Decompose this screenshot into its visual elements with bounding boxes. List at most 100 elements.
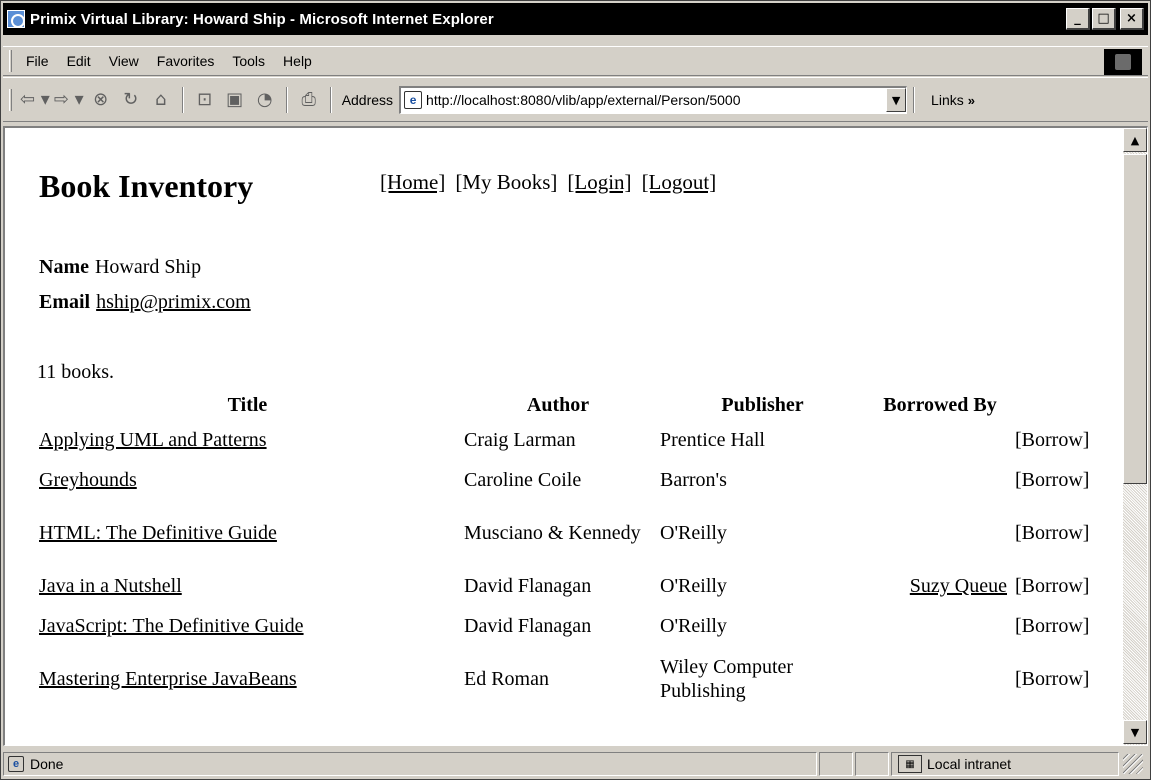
book-title-link[interactable]: Mastering Enterprise JavaBeans (39, 668, 297, 690)
header-action (1011, 390, 1117, 420)
book-title-link[interactable]: Greyhounds (39, 469, 137, 491)
book-publisher: Wiley Computer Publishing (660, 656, 794, 702)
title-bar: Primix Virtual Library: Howard Ship - Mi… (3, 3, 1148, 35)
borrow-link[interactable]: [Borrow] (1011, 566, 1117, 606)
close-button[interactable]: × (1120, 8, 1144, 30)
book-publisher: O'Reilly (660, 575, 727, 597)
address-dropdown-icon[interactable]: ▼ (886, 88, 907, 112)
book-borrower (869, 646, 1011, 712)
menu-bar: File Edit View Favorites Tools Help (3, 46, 1148, 76)
nav-login-link[interactable]: [Login] (567, 170, 631, 195)
table-row: Java in a Nutshell David Flanagan O'Reil… (35, 566, 1117, 606)
borrow-link[interactable]: [Borrow] (1011, 500, 1117, 566)
toolbar-separator (329, 86, 332, 113)
nav-home-link[interactable]: [Home] (380, 170, 445, 195)
book-borrower (869, 460, 1011, 500)
forward-arrow-icon[interactable]: ⇨ ▾ (54, 85, 84, 115)
book-title-link[interactable]: Applying UML and Patterns (39, 429, 267, 451)
home-icon[interactable]: ⌂ (148, 85, 174, 115)
refresh-icon[interactable]: ↻ (118, 85, 144, 115)
borrow-link[interactable]: [Borrow] (1011, 460, 1117, 500)
toolbar-grip[interactable] (9, 88, 12, 111)
book-borrower (869, 420, 1011, 460)
book-count: 11 books. (37, 361, 115, 383)
books-table: Title Author Publisher Borrowed By Apply… (35, 390, 1117, 712)
book-title-link[interactable]: HTML: The Definitive Guide (39, 522, 277, 544)
browser-window: Primix Virtual Library: Howard Ship - Mi… (0, 0, 1151, 780)
minimize-button[interactable]: _ (1066, 8, 1090, 30)
table-row: Mastering Enterprise JavaBeans Ed Roman … (35, 646, 1117, 712)
nav-my-books: [My Books] (455, 170, 558, 194)
borrow-link[interactable]: [Borrow] (1011, 606, 1117, 646)
name-row: Name Howard Ship (39, 256, 201, 279)
page-title: Book Inventory (39, 168, 254, 204)
menu-edit[interactable]: Edit (58, 53, 100, 69)
menu-favorites[interactable]: Favorites (148, 53, 224, 69)
menu-tools[interactable]: Tools (223, 53, 274, 69)
book-author: Craig Larman (464, 429, 576, 451)
address-label: Address (341, 91, 394, 108)
status-bar: e Done ▦ Local intranet (3, 750, 1148, 778)
page-nav: [Home] [My Books] [Login] [Logout] (380, 170, 716, 195)
address-bar[interactable]: e http://localhost:8080/vlib/app/externa… (399, 85, 908, 114)
book-borrower (869, 500, 1011, 566)
borrow-link[interactable]: [Borrow] (1011, 420, 1117, 460)
header-author: Author (526, 394, 590, 416)
ie-app-icon[interactable] (7, 10, 25, 28)
stop-icon[interactable]: ⊗ (88, 85, 114, 115)
table-row: Applying UML and Patterns Craig Larman P… (35, 420, 1117, 460)
resize-grip-icon[interactable] (1123, 754, 1143, 774)
print-icon[interactable]: ⎙ (296, 85, 322, 115)
header-publisher: Publisher (721, 394, 804, 416)
header-borrowed-by: Borrowed By (883, 394, 997, 416)
name-label: Name (39, 256, 89, 278)
book-borrower (869, 606, 1011, 646)
table-row: HTML: The Definitive Guide Musciano & Ke… (35, 500, 1117, 566)
menu-grip[interactable] (9, 50, 12, 72)
borrow-link[interactable]: [Borrow] (1011, 646, 1117, 712)
menu-view[interactable]: View (100, 53, 148, 69)
book-title-link[interactable]: JavaScript: The Definitive Guide (39, 615, 304, 637)
table-row: JavaScript: The Definitive Guide David F… (35, 606, 1117, 646)
maximize-button[interactable]: □ (1092, 8, 1116, 30)
vertical-scrollbar[interactable]: ▲ ▼ (1123, 128, 1147, 745)
links-button[interactable]: Links » (931, 92, 975, 108)
scroll-thumb[interactable] (1123, 154, 1147, 484)
content-area: Book Inventory [Home] [My Books] [Login]… (3, 126, 1148, 746)
book-publisher: O'Reilly (660, 615, 727, 637)
book-author: David Flanagan (464, 575, 592, 597)
toolbar-separator (285, 86, 288, 113)
email-link[interactable]: hship@primix.com (96, 291, 251, 313)
email-label: Email (39, 291, 91, 313)
menu-file[interactable]: File (18, 53, 58, 69)
book-author: Ed Roman (464, 668, 549, 690)
window-title: Primix Virtual Library: Howard Ship - Mi… (30, 10, 494, 28)
book-title-link[interactable]: Java in a Nutshell (39, 575, 182, 597)
zone-text: Local intranet (927, 756, 1012, 772)
nav-logout-link[interactable]: [Logout] (642, 170, 717, 195)
table-row: Greyhounds Caroline Coile Barron's [Borr… (35, 460, 1117, 500)
menu-help[interactable]: Help (274, 53, 321, 69)
links-label: Links (931, 91, 964, 108)
status-main: e Done (3, 752, 817, 776)
scroll-down-icon[interactable]: ▼ (1123, 720, 1147, 744)
status-zone: ▦ Local intranet (891, 752, 1119, 776)
web-page: Book Inventory [Home] [My Books] [Login]… (5, 128, 1123, 745)
book-publisher: Prentice Hall (660, 429, 765, 451)
status-panel (855, 752, 889, 776)
url-text[interactable]: http://localhost:8080/vlib/app/external/… (426, 92, 886, 108)
scroll-up-icon[interactable]: ▲ (1123, 128, 1147, 152)
email-row: Email hship@primix.com (39, 291, 251, 314)
windows-logo-icon (1104, 49, 1142, 75)
back-arrow-icon[interactable]: ⇦ ▾ (20, 85, 50, 115)
favorites-icon[interactable]: ▣ (222, 85, 248, 115)
book-publisher: O'Reilly (660, 522, 727, 544)
header-title: Title (227, 394, 268, 416)
search-icon[interactable]: ⊡ (192, 85, 218, 115)
book-author: David Flanagan (464, 615, 592, 637)
toolbar-separator (913, 86, 916, 113)
history-icon[interactable]: ◔ (252, 85, 278, 115)
borrower-link[interactable]: Suzy Queue (910, 575, 1007, 597)
chevron-right-icon[interactable]: » (968, 93, 975, 108)
status-panel (819, 752, 853, 776)
